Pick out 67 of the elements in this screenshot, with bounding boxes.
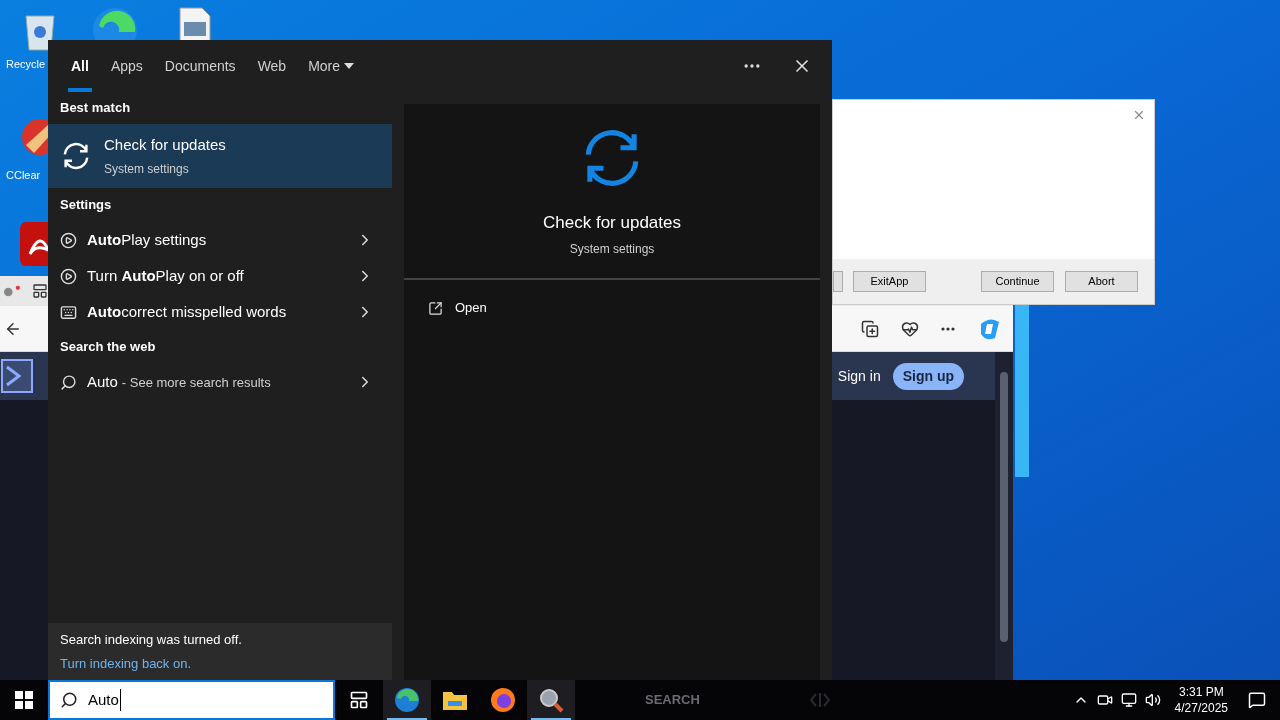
task-view-icon: [349, 690, 369, 710]
indexing-link[interactable]: Turn indexing back on.: [60, 653, 392, 673]
network-icon[interactable]: [1120, 692, 1137, 708]
taskbar-app-button[interactable]: [527, 680, 575, 720]
magnifier-icon: [538, 687, 564, 713]
firefox-icon: [490, 687, 516, 713]
camera-icon[interactable]: [1096, 692, 1113, 708]
folder-icon: [442, 689, 468, 711]
windows-logo-icon: [15, 691, 33, 709]
active-indicator: [531, 718, 571, 720]
result-text: Autocorrect misspelled words: [87, 301, 288, 322]
dialog-button[interactable]: ExitApp: [853, 271, 926, 292]
dialog-button[interactable]: Continue: [981, 271, 1054, 292]
desktop-icon-label[interactable]: CClear: [6, 167, 41, 184]
result-item[interactable]: Auto - See more search results: [48, 364, 392, 400]
search-tab[interactable]: Web: [246, 40, 298, 92]
keyboard-icon: [60, 303, 77, 321]
result-item[interactable]: Autocorrect misspelled words: [48, 294, 392, 330]
result-item[interactable]: Turn AutoPlay on or off: [48, 258, 392, 294]
search-input-text: Auto: [88, 688, 121, 712]
result-subtitle: System settings: [104, 160, 190, 178]
sign-in-link[interactable]: Sign in: [837, 365, 881, 387]
more-icon: [941, 326, 955, 331]
search-tab[interactable]: Documents: [153, 40, 247, 92]
best-match-item[interactable]: Check for updates System settings: [48, 124, 392, 188]
result-title: Check for updates: [104, 135, 226, 156]
faint-label: SEARCH: [645, 691, 700, 710]
collections-icon: [861, 319, 879, 338]
result-text: AutoPlay settings: [87, 229, 208, 250]
search-tab[interactable]: More: [297, 40, 366, 92]
notifications-icon[interactable]: [1248, 691, 1266, 709]
desktop-icon-label[interactable]: Recycle: [6, 56, 46, 73]
result-text: Turn AutoPlay on or off: [87, 265, 245, 286]
section-heading: Settings: [59, 196, 113, 215]
dialog-button[interactable]: Abort: [1065, 271, 1138, 292]
autoplay-icon: [60, 231, 77, 249]
preview-subtitle: System settings: [569, 241, 655, 259]
clock-date: 4/27/2025: [1174, 700, 1228, 716]
scrollbar[interactable]: [995, 352, 1013, 680]
clock[interactable]: 3:31 PM 4/27/2025: [1168, 684, 1234, 716]
autoplay-icon: [60, 267, 77, 285]
open-icon: [428, 300, 443, 316]
clock-time: 3:31 PM: [1178, 684, 1224, 700]
browser-icon: [394, 687, 420, 713]
section-heading: Best match: [59, 99, 132, 118]
result-text: Auto: [87, 371, 118, 392]
search-tab[interactable]: All: [60, 40, 100, 92]
search-icon: [60, 691, 78, 709]
search-icon: [60, 373, 77, 391]
prompt-logo-icon: [1, 359, 33, 393]
notice-text: Search indexing was turned off.: [60, 631, 243, 649]
taskbar-app-button[interactable]: [383, 680, 431, 720]
search-tab[interactable]: Apps: [99, 40, 154, 92]
tab-icon: [32, 283, 48, 299]
active-indicator: [387, 718, 427, 720]
sign-up-button[interactable]: Sign up: [892, 362, 964, 390]
result-hint: - See more search results: [121, 373, 271, 392]
profile-icon: [4, 285, 20, 297]
open-action[interactable]: Open: [404, 280, 820, 336]
dropdown-caret-icon: [344, 63, 355, 69]
section-heading: Search the web: [59, 338, 157, 357]
preview-title: Check for updates: [543, 211, 681, 234]
result-item[interactable]: AutoPlay settings: [48, 222, 392, 258]
volume-icon[interactable]: [1144, 692, 1161, 708]
taskbar-search-field[interactable]: Auto: [48, 680, 335, 720]
health-icon: [901, 319, 919, 338]
code-icon: [809, 692, 830, 708]
